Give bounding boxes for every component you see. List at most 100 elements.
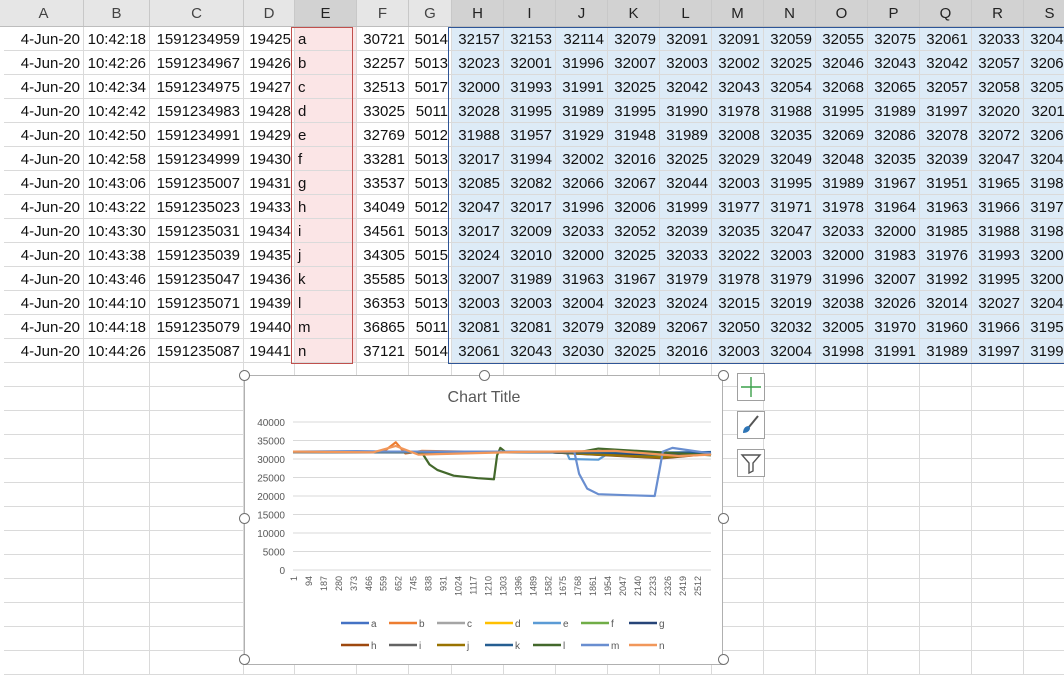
cell-o2[interactable]: 32046 bbox=[816, 51, 868, 75]
cell-c8[interactable]: 1591235023 bbox=[150, 195, 244, 219]
cell-a11[interactable]: 4-Jun-20 bbox=[4, 267, 84, 291]
cell-r9[interactable]: 31988 bbox=[972, 219, 1024, 243]
cell-h3[interactable]: 32000 bbox=[452, 75, 504, 99]
cell-e12[interactable]: l bbox=[295, 291, 357, 315]
cell-e14[interactable]: n bbox=[295, 339, 357, 363]
empty-cell[interactable] bbox=[4, 555, 84, 579]
cell-d14[interactable]: 19441 bbox=[244, 339, 295, 363]
line-chart[interactable]: Chart Title 0 5000 10000 15000 20000 25000 300… bbox=[244, 375, 723, 665]
empty-cell[interactable] bbox=[764, 483, 816, 507]
cell-k12[interactable]: 32023 bbox=[608, 291, 660, 315]
empty-cell[interactable] bbox=[84, 555, 150, 579]
cell-l1[interactable]: 32091 bbox=[660, 27, 712, 51]
cell-n3[interactable]: 32054 bbox=[764, 75, 816, 99]
chart-filters-button[interactable] bbox=[737, 449, 765, 477]
cell-h9[interactable]: 32017 bbox=[452, 219, 504, 243]
empty-cell[interactable] bbox=[868, 435, 920, 459]
cell-n10[interactable]: 32003 bbox=[764, 243, 816, 267]
cell-d4[interactable]: 19428 bbox=[244, 99, 295, 123]
cell-q4[interactable]: 31997 bbox=[920, 99, 972, 123]
cell-q11[interactable]: 31992 bbox=[920, 267, 972, 291]
empty-cell[interactable] bbox=[150, 435, 244, 459]
cell-k1[interactable]: 32079 bbox=[608, 27, 660, 51]
cell-s5[interactable]: 32065 bbox=[1024, 123, 1064, 147]
cell-n7[interactable]: 31995 bbox=[764, 171, 816, 195]
cell-o12[interactable]: 32038 bbox=[816, 291, 868, 315]
cell-l9[interactable]: 32039 bbox=[660, 219, 712, 243]
cell-p12[interactable]: 32026 bbox=[868, 291, 920, 315]
cell-i14[interactable]: 32043 bbox=[504, 339, 556, 363]
cell-i3[interactable]: 31993 bbox=[504, 75, 556, 99]
cell-h2[interactable]: 32023 bbox=[452, 51, 504, 75]
empty-cell[interactable] bbox=[816, 459, 868, 483]
cell-d13[interactable]: 19440 bbox=[244, 315, 295, 339]
empty-cell[interactable] bbox=[972, 387, 1024, 411]
empty-cell[interactable] bbox=[4, 459, 84, 483]
empty-cell[interactable] bbox=[764, 507, 816, 531]
empty-cell[interactable] bbox=[816, 435, 868, 459]
empty-cell[interactable] bbox=[764, 603, 816, 627]
cell-h12[interactable]: 32003 bbox=[452, 291, 504, 315]
cell-m5[interactable]: 32008 bbox=[712, 123, 764, 147]
empty-cell[interactable] bbox=[816, 651, 868, 675]
cell-s7[interactable]: 31985 bbox=[1024, 171, 1064, 195]
cell-a7[interactable]: 4-Jun-20 bbox=[4, 171, 84, 195]
cell-j2[interactable]: 31996 bbox=[556, 51, 608, 75]
cell-g14[interactable]: 5014 bbox=[409, 339, 452, 363]
cell-b9[interactable]: 10:43:30 bbox=[84, 219, 150, 243]
cell-q9[interactable]: 31985 bbox=[920, 219, 972, 243]
empty-cell[interactable] bbox=[150, 627, 244, 651]
column-header-p[interactable]: P bbox=[868, 0, 920, 26]
empty-cell[interactable] bbox=[868, 579, 920, 603]
cell-e5[interactable]: e bbox=[295, 123, 357, 147]
empty-cell[interactable] bbox=[150, 651, 244, 675]
cell-m13[interactable]: 32050 bbox=[712, 315, 764, 339]
cell-f5[interactable]: 32769 bbox=[357, 123, 409, 147]
cell-f4[interactable]: 33025 bbox=[357, 99, 409, 123]
cell-o1[interactable]: 32055 bbox=[816, 27, 868, 51]
cell-s8[interactable]: 31973 bbox=[1024, 195, 1064, 219]
cell-g7[interactable]: 5013 bbox=[409, 171, 452, 195]
empty-cell[interactable] bbox=[972, 507, 1024, 531]
empty-cell[interactable] bbox=[1024, 627, 1064, 651]
empty-cell[interactable] bbox=[816, 363, 868, 387]
cell-f9[interactable]: 34561 bbox=[357, 219, 409, 243]
cell-b2[interactable]: 10:42:26 bbox=[84, 51, 150, 75]
cell-g2[interactable]: 5013 bbox=[409, 51, 452, 75]
empty-cell[interactable] bbox=[1024, 483, 1064, 507]
cell-d12[interactable]: 19439 bbox=[244, 291, 295, 315]
empty-cell[interactable] bbox=[84, 603, 150, 627]
cell-r6[interactable]: 32047 bbox=[972, 147, 1024, 171]
empty-cell[interactable] bbox=[920, 531, 972, 555]
cell-l14[interactable]: 32016 bbox=[660, 339, 712, 363]
empty-cell[interactable] bbox=[920, 435, 972, 459]
empty-cell[interactable] bbox=[150, 411, 244, 435]
empty-cell[interactable] bbox=[1024, 579, 1064, 603]
cell-f11[interactable]: 35585 bbox=[357, 267, 409, 291]
empty-cell[interactable] bbox=[1024, 459, 1064, 483]
empty-cell[interactable] bbox=[816, 483, 868, 507]
resize-handle-middle-right[interactable] bbox=[718, 513, 729, 524]
empty-cell[interactable] bbox=[920, 555, 972, 579]
cell-c12[interactable]: 1591235071 bbox=[150, 291, 244, 315]
cell-s1[interactable]: 32040 bbox=[1024, 27, 1064, 51]
cell-c13[interactable]: 1591235079 bbox=[150, 315, 244, 339]
empty-cell[interactable] bbox=[764, 435, 816, 459]
cell-k5[interactable]: 31948 bbox=[608, 123, 660, 147]
cell-e4[interactable]: d bbox=[295, 99, 357, 123]
cell-n1[interactable]: 32059 bbox=[764, 27, 816, 51]
cell-k8[interactable]: 32006 bbox=[608, 195, 660, 219]
cell-b6[interactable]: 10:42:58 bbox=[84, 147, 150, 171]
cell-c9[interactable]: 1591235031 bbox=[150, 219, 244, 243]
column-header-e[interactable]: E bbox=[295, 0, 357, 26]
empty-cell[interactable] bbox=[1024, 435, 1064, 459]
cell-s10[interactable]: 32000 bbox=[1024, 243, 1064, 267]
cell-k2[interactable]: 32007 bbox=[608, 51, 660, 75]
column-header-k[interactable]: K bbox=[608, 0, 660, 26]
cell-d10[interactable]: 19435 bbox=[244, 243, 295, 267]
cell-p4[interactable]: 31989 bbox=[868, 99, 920, 123]
cell-r11[interactable]: 31995 bbox=[972, 267, 1024, 291]
empty-cell[interactable] bbox=[84, 459, 150, 483]
cell-d2[interactable]: 19426 bbox=[244, 51, 295, 75]
cell-k10[interactable]: 32025 bbox=[608, 243, 660, 267]
